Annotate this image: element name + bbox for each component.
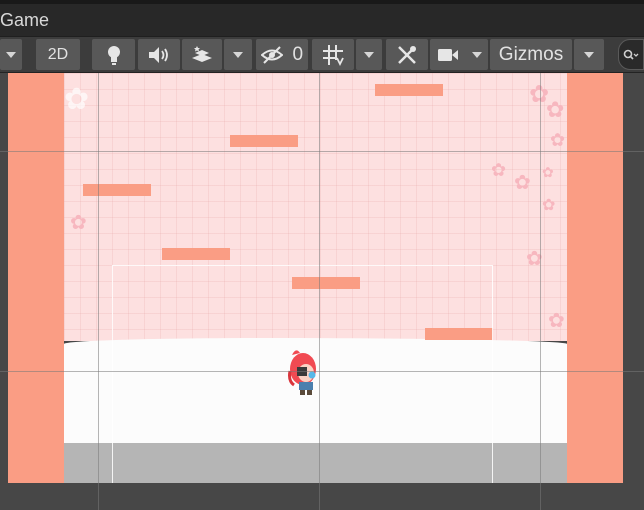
scene-grid-line: [0, 151, 644, 152]
scene-grid-line: [540, 73, 541, 510]
scene-visibility-button[interactable]: 0: [256, 39, 308, 70]
flower-icon: ✿: [546, 97, 565, 122]
toggle-2d-button[interactable]: 2D: [36, 39, 80, 70]
game-scene: ✿ ✿ ✿ ✿ ✿ ✿ ✿ ✿ ✿ ✿ ✿: [64, 73, 567, 483]
tools-button[interactable]: [386, 39, 428, 70]
eye-slash-icon: [260, 45, 283, 64]
tools-icon: [398, 45, 416, 64]
platform[interactable]: [375, 84, 443, 96]
gizmos-label: Gizmos: [498, 43, 564, 65]
chevron-down-icon: [584, 51, 594, 58]
grid-toggle-button[interactable]: [312, 39, 354, 70]
chevron-down-icon: [471, 51, 482, 58]
scene-grid-line: [319, 73, 320, 510]
game-tab-title[interactable]: Game: [0, 10, 49, 31]
platform[interactable]: [230, 135, 298, 147]
lightbulb-icon: [107, 45, 120, 65]
lighting-toggle-button[interactable]: [92, 39, 135, 70]
platform[interactable]: [162, 248, 230, 260]
scene-view-toolbar: 2D 0 Gizmos: [0, 37, 644, 73]
camera-settings-button[interactable]: [430, 39, 488, 70]
chevron-down-icon: [364, 51, 374, 58]
game-tab-bar: Game: [0, 4, 644, 37]
camera-bounds-frame: [112, 265, 493, 483]
gizmos-dropdown[interactable]: [574, 39, 604, 70]
grid-icon: [323, 44, 344, 66]
gizmos-button[interactable]: Gizmos: [490, 39, 572, 70]
flower-icon: ✿: [542, 197, 556, 214]
toggle-2d-label: 2D: [47, 45, 69, 63]
effects-toggle-button[interactable]: [182, 39, 222, 70]
effects-dropdown[interactable]: [224, 39, 252, 70]
layers-stars-icon: [192, 45, 212, 62]
scene-grid-line: [98, 73, 99, 510]
scene-viewport[interactable]: ✿ ✿ ✿ ✿ ✿ ✿ ✿ ✿ ✿ ✿ ✿: [0, 73, 644, 510]
flower-icon: ✿: [550, 130, 566, 150]
left-wall: [8, 73, 64, 483]
scene-grid-line: [0, 371, 644, 372]
flower-icon: ✿: [491, 160, 507, 180]
audio-toggle-button[interactable]: [138, 39, 180, 70]
flower-icon: ✿: [548, 310, 565, 332]
platform[interactable]: [83, 184, 151, 196]
draw-mode-dropdown[interactable]: [0, 39, 22, 70]
flower-icon: ✿: [70, 212, 87, 234]
video-camera-icon: [437, 48, 458, 61]
flower-icon: ✿: [514, 172, 531, 194]
hidden-objects-count: 0: [292, 43, 304, 65]
flower-icon: ✿: [542, 164, 554, 180]
chevron-down-icon: [233, 51, 243, 58]
chevron-down-icon: [6, 51, 16, 58]
search-icon: [623, 49, 639, 60]
scene-search-button[interactable]: [618, 39, 644, 70]
grid-dropdown[interactable]: [356, 39, 382, 70]
flower-icon: ✿: [64, 83, 90, 116]
right-wall: [567, 73, 623, 483]
speaker-icon: [149, 46, 168, 63]
